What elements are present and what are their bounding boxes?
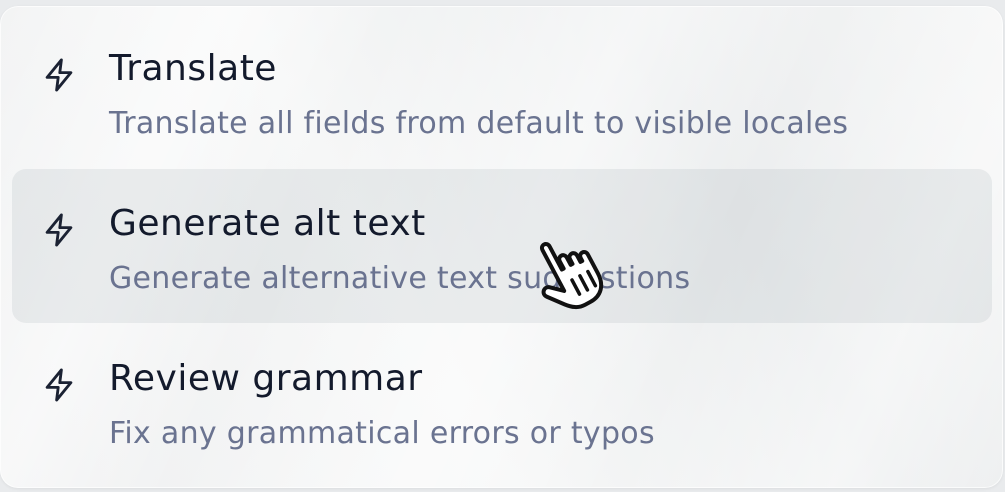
- menu-item-review-grammar[interactable]: Review grammar Fix any grammatical error…: [12, 324, 992, 478]
- ai-actions-menu: Translate Translate all fields from defa…: [0, 6, 1003, 488]
- menu-item-description: Fix any grammatical errors or typos: [109, 416, 655, 451]
- menu-item-title: Generate alt text: [109, 203, 426, 244]
- menu-item-translate[interactable]: Translate Translate all fields from defa…: [12, 14, 992, 168]
- menu-item-generate-alt-text[interactable]: Generate alt text Generate alternative t…: [12, 169, 992, 323]
- menu-item-description: Translate all fields from default to vis…: [109, 106, 849, 141]
- lightning-bolt-icon: [40, 211, 78, 249]
- hand-pointer-cursor-icon: [520, 228, 620, 316]
- lightning-bolt-icon: [40, 366, 78, 404]
- menu-item-title: Review grammar: [109, 358, 423, 399]
- menu-item-title: Translate: [109, 48, 277, 89]
- lightning-bolt-icon: [40, 56, 78, 94]
